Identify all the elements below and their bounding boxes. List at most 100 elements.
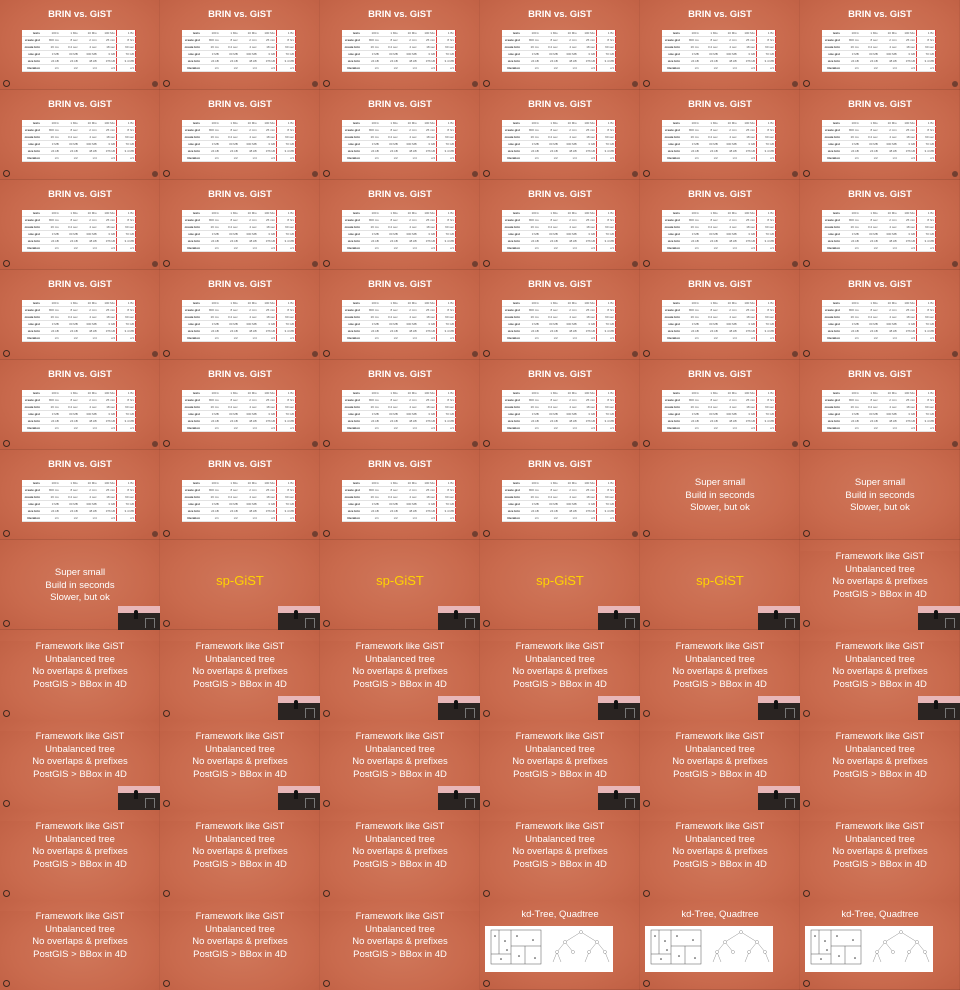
slide-brin-vs-gist[interactable]: BRIN vs. GiST texts 100 k1 Mio 10 Mio 100 M… bbox=[160, 180, 320, 270]
play-circle-icon[interactable] bbox=[483, 800, 490, 807]
slide-framework[interactable]: Framework like GiST Unbalanced tree No o… bbox=[800, 720, 960, 810]
slide-framework[interactable]: Framework like GiST Unbalanced tree No o… bbox=[640, 810, 800, 900]
slide-brin-vs-gist[interactable]: BRIN vs. GiST texts 100 k1 Mio 10 Mio 100 M… bbox=[160, 360, 320, 450]
play-circle-icon[interactable] bbox=[323, 980, 330, 987]
play-circle-icon[interactable] bbox=[643, 800, 650, 807]
slide-brin-vs-gist[interactable]: BRIN vs. GiST texts 100 k1 Mio 10 Mio 100 M… bbox=[800, 180, 960, 270]
play-circle-icon[interactable] bbox=[483, 440, 490, 447]
slide-brin-vs-gist[interactable]: BRIN vs. GiST texts 100 k1 Mio 10 Mio 100 M… bbox=[800, 270, 960, 360]
slide-framework[interactable]: Framework like GiST Unbalanced tree No o… bbox=[320, 720, 480, 810]
play-circle-icon[interactable] bbox=[643, 440, 650, 447]
slide-framework[interactable]: Framework like GiST Unbalanced tree No o… bbox=[800, 630, 960, 720]
slide-brin-vs-gist[interactable]: BRIN vs. GiST texts 100 k1 Mio 10 Mio 100 M… bbox=[0, 180, 160, 270]
slide-framework[interactable]: Framework like GiST Unbalanced tree No o… bbox=[480, 630, 640, 720]
play-circle-icon[interactable] bbox=[803, 980, 810, 987]
slide-framework[interactable]: Framework like GiST Unbalanced tree No o… bbox=[320, 900, 480, 990]
play-circle-icon[interactable] bbox=[803, 530, 810, 537]
play-circle-icon[interactable] bbox=[3, 710, 10, 717]
slide-brin-vs-gist[interactable]: BRIN vs. GiST texts 100 k1 Mio 10 Mio 100 M… bbox=[160, 90, 320, 180]
slide-framework[interactable]: Framework like GiST Unbalanced tree No o… bbox=[800, 810, 960, 900]
play-circle-icon[interactable] bbox=[643, 710, 650, 717]
play-circle-icon[interactable] bbox=[803, 440, 810, 447]
play-circle-icon[interactable] bbox=[3, 530, 10, 537]
slide-super-small[interactable]: Super small Build in seconds Slower, but… bbox=[0, 540, 160, 630]
slide-brin-vs-gist[interactable]: BRIN vs. GiST texts 100 k1 Mio 10 Mio 100 M… bbox=[320, 180, 480, 270]
play-circle-icon[interactable] bbox=[323, 710, 330, 717]
slide-framework[interactable]: Framework like GiST Unbalanced tree No o… bbox=[0, 810, 160, 900]
slide-sp-gist[interactable]: sp-GiST bbox=[160, 540, 320, 630]
play-circle-icon[interactable] bbox=[803, 260, 810, 267]
slide-kd-tree-quadtree[interactable]: kd-Tree, Quadtree bbox=[800, 900, 960, 990]
slide-brin-vs-gist[interactable]: BRIN vs. GiST texts 100 k1 Mio 10 Mio 100 M… bbox=[640, 0, 800, 90]
play-circle-icon[interactable] bbox=[643, 620, 650, 627]
slide-framework[interactable]: Framework like GiST Unbalanced tree No o… bbox=[160, 720, 320, 810]
play-circle-icon[interactable] bbox=[643, 890, 650, 897]
slide-super-small[interactable]: Super small Build in seconds Slower, but… bbox=[800, 450, 960, 540]
play-circle-icon[interactable] bbox=[323, 80, 330, 87]
play-circle-icon[interactable] bbox=[163, 710, 170, 717]
play-circle-icon[interactable] bbox=[163, 620, 170, 627]
slide-brin-vs-gist[interactable]: BRIN vs. GiST texts 100 k1 Mio 10 Mio 100 M… bbox=[0, 360, 160, 450]
play-circle-icon[interactable] bbox=[483, 530, 490, 537]
play-circle-icon[interactable] bbox=[483, 350, 490, 357]
play-circle-icon[interactable] bbox=[163, 80, 170, 87]
slide-kd-tree-quadtree[interactable]: kd-Tree, Quadtree bbox=[640, 900, 800, 990]
slide-brin-vs-gist[interactable]: BRIN vs. GiST texts 100 k1 Mio 10 Mio 100 M… bbox=[160, 450, 320, 540]
play-circle-icon[interactable] bbox=[803, 890, 810, 897]
slide-brin-vs-gist[interactable]: BRIN vs. GiST texts 100 k1 Mio 10 Mio 100 M… bbox=[640, 90, 800, 180]
play-circle-icon[interactable] bbox=[323, 890, 330, 897]
slide-brin-vs-gist[interactable]: BRIN vs. GiST texts 100 k1 Mio 10 Mio 100 M… bbox=[640, 360, 800, 450]
play-circle-icon[interactable] bbox=[3, 170, 10, 177]
slide-framework[interactable]: Framework like GiST Unbalanced tree No o… bbox=[800, 540, 960, 630]
slide-brin-vs-gist[interactable]: BRIN vs. GiST texts 100 k1 Mio 10 Mio 100 M… bbox=[640, 180, 800, 270]
play-circle-icon[interactable] bbox=[643, 980, 650, 987]
slide-sp-gist[interactable]: sp-GiST bbox=[320, 540, 480, 630]
slide-framework[interactable]: Framework like GiST Unbalanced tree No o… bbox=[160, 630, 320, 720]
slide-brin-vs-gist[interactable]: BRIN vs. GiST texts 100 k1 Mio 10 Mio 100 M… bbox=[0, 0, 160, 90]
play-circle-icon[interactable] bbox=[323, 260, 330, 267]
slide-brin-vs-gist[interactable]: BRIN vs. GiST texts 100 k1 Mio 10 Mio 100 M… bbox=[480, 360, 640, 450]
play-circle-icon[interactable] bbox=[643, 170, 650, 177]
play-circle-icon[interactable] bbox=[3, 80, 10, 87]
slide-brin-vs-gist[interactable]: BRIN vs. GiST texts 100 k1 Mio 10 Mio 100 M… bbox=[480, 270, 640, 360]
play-circle-icon[interactable] bbox=[483, 260, 490, 267]
slide-brin-vs-gist[interactable]: BRIN vs. GiST texts 100 k1 Mio 10 Mio 100 M… bbox=[0, 270, 160, 360]
play-circle-icon[interactable] bbox=[3, 440, 10, 447]
play-circle-icon[interactable] bbox=[323, 440, 330, 447]
slide-brin-vs-gist[interactable]: BRIN vs. GiST texts 100 k1 Mio 10 Mio 100 M… bbox=[800, 360, 960, 450]
slide-framework[interactable]: Framework like GiST Unbalanced tree No o… bbox=[320, 810, 480, 900]
play-circle-icon[interactable] bbox=[163, 260, 170, 267]
play-circle-icon[interactable] bbox=[483, 80, 490, 87]
slide-brin-vs-gist[interactable]: BRIN vs. GiST texts 100 k1 Mio 10 Mio 100 M… bbox=[640, 270, 800, 360]
play-circle-icon[interactable] bbox=[483, 890, 490, 897]
slide-framework[interactable]: Framework like GiST Unbalanced tree No o… bbox=[640, 630, 800, 720]
play-circle-icon[interactable] bbox=[483, 620, 490, 627]
play-circle-icon[interactable] bbox=[483, 710, 490, 717]
slide-brin-vs-gist[interactable]: BRIN vs. GiST texts 100 k1 Mio 10 Mio 100 M… bbox=[320, 360, 480, 450]
play-circle-icon[interactable] bbox=[643, 80, 650, 87]
play-circle-icon[interactable] bbox=[3, 800, 10, 807]
play-circle-icon[interactable] bbox=[803, 170, 810, 177]
slide-super-small[interactable]: Super small Build in seconds Slower, but… bbox=[640, 450, 800, 540]
play-circle-icon[interactable] bbox=[163, 980, 170, 987]
play-circle-icon[interactable] bbox=[163, 530, 170, 537]
slide-framework[interactable]: Framework like GiST Unbalanced tree No o… bbox=[480, 810, 640, 900]
play-circle-icon[interactable] bbox=[643, 530, 650, 537]
slide-brin-vs-gist[interactable]: BRIN vs. GiST texts 100 k1 Mio 10 Mio 100 M… bbox=[320, 270, 480, 360]
play-circle-icon[interactable] bbox=[163, 440, 170, 447]
slide-brin-vs-gist[interactable]: BRIN vs. GiST texts 100 k1 Mio 10 Mio 100 M… bbox=[160, 270, 320, 360]
slide-brin-vs-gist[interactable]: BRIN vs. GiST texts 100 k1 Mio 10 Mio 100 M… bbox=[480, 180, 640, 270]
play-circle-icon[interactable] bbox=[163, 890, 170, 897]
play-circle-icon[interactable] bbox=[163, 350, 170, 357]
play-circle-icon[interactable] bbox=[163, 800, 170, 807]
slide-brin-vs-gist[interactable]: BRIN vs. GiST texts 100 k1 Mio 10 Mio 100 M… bbox=[800, 90, 960, 180]
slide-framework[interactable]: Framework like GiST Unbalanced tree No o… bbox=[0, 720, 160, 810]
slide-brin-vs-gist[interactable]: BRIN vs. GiST texts 100 k1 Mio 10 Mio 100 M… bbox=[480, 450, 640, 540]
play-circle-icon[interactable] bbox=[3, 260, 10, 267]
slide-brin-vs-gist[interactable]: BRIN vs. GiST texts 100 k1 Mio 10 Mio 100 M… bbox=[320, 90, 480, 180]
play-circle-icon[interactable] bbox=[643, 350, 650, 357]
slide-framework[interactable]: Framework like GiST Unbalanced tree No o… bbox=[320, 630, 480, 720]
play-circle-icon[interactable] bbox=[483, 170, 490, 177]
slide-brin-vs-gist[interactable]: BRIN vs. GiST texts 100 k1 Mio 10 Mio 100 M… bbox=[480, 0, 640, 90]
slide-framework[interactable]: Framework like GiST Unbalanced tree No o… bbox=[160, 810, 320, 900]
